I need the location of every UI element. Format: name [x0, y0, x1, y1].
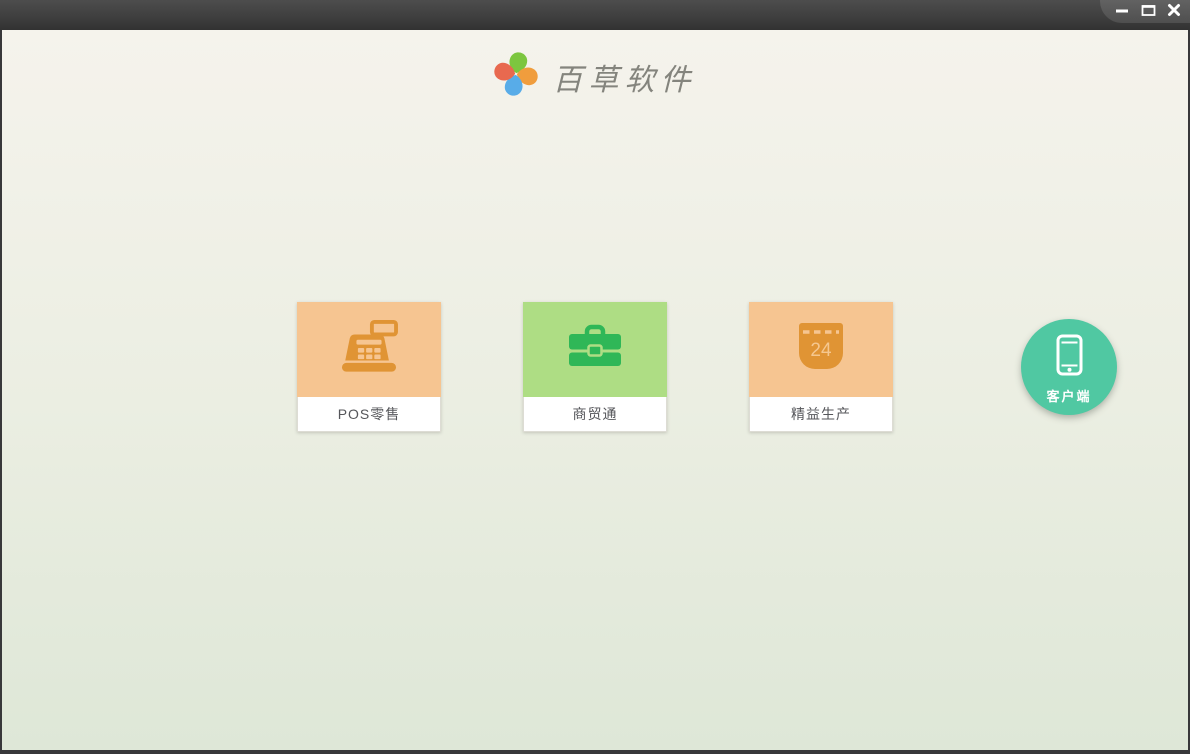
- minimize-button[interactable]: [1112, 3, 1132, 21]
- product-card-label: POS零售: [297, 397, 441, 432]
- maximize-icon: [1141, 3, 1156, 20]
- calendar-icon: 24: [798, 322, 844, 377]
- calendar-day-number: 24: [810, 340, 832, 361]
- product-card-label: 商贸通: [523, 397, 667, 432]
- minimize-icon: [1115, 3, 1129, 20]
- maximize-button[interactable]: [1138, 3, 1158, 21]
- app-logo: 百草软件: [2, 52, 1188, 101]
- app-title: 百草软件: [552, 62, 697, 98]
- product-card-pos[interactable]: POS零售: [297, 302, 441, 432]
- cash-register-icon: [336, 319, 402, 380]
- pinwheel-logo-icon: [493, 52, 538, 101]
- client-button[interactable]: 客户端: [1021, 319, 1117, 415]
- product-card-label: 精益生产: [749, 397, 893, 432]
- close-icon: [1167, 3, 1181, 20]
- product-card-trade[interactable]: 商贸通: [523, 302, 667, 432]
- window-controls: [1100, 0, 1190, 23]
- product-cards: POS零售 商贸通 24 精益生产: [2, 302, 1188, 432]
- trade-card-icon-area: [523, 302, 667, 397]
- client-button-label: 客户端: [1046, 389, 1092, 404]
- close-button[interactable]: [1164, 3, 1184, 21]
- pos-card-icon-area: [297, 302, 441, 397]
- title-bar: [0, 0, 1190, 30]
- briefcase-icon: [566, 324, 624, 375]
- smartphone-icon: [1056, 334, 1083, 379]
- product-card-lean[interactable]: 24 精益生产: [749, 302, 893, 432]
- lean-card-icon-area: 24: [749, 302, 893, 397]
- main-content: 百草软件 POS零售 商贸通 24 精益生产 客户端: [2, 30, 1188, 750]
